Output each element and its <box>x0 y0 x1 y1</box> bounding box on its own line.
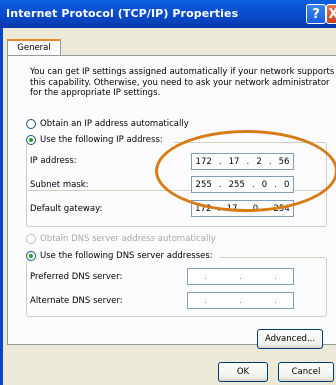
obtain-ip-auto-radio[interactable] <box>26 119 36 129</box>
use-dns-label[interactable]: Use the following DNS server addresses: <box>40 251 213 261</box>
ip-dot: . <box>239 295 242 306</box>
use-dns-radio[interactable] <box>26 251 36 261</box>
alternate-dns-field[interactable]: . . . <box>187 292 294 309</box>
ip-group-box-bottom <box>26 142 327 227</box>
advanced-button[interactable]: Advanced... <box>257 329 323 349</box>
window-title: Internet Protocol (TCP/IP) Properties <box>6 7 239 20</box>
obtain-dns-auto-radio[interactable] <box>26 234 36 244</box>
cancel-button[interactable]: Cancel <box>278 362 334 382</box>
preferred-dns-field[interactable]: . . . <box>187 268 294 285</box>
help-button[interactable]: ? <box>306 4 326 24</box>
tab-general[interactable]: General <box>7 39 61 56</box>
ip-dot: . <box>274 271 277 282</box>
title-bar[interactable]: Internet Protocol (TCP/IP) Properties ? … <box>0 0 336 28</box>
obtain-ip-auto-label[interactable]: Obtain an IP address automatically <box>40 119 189 129</box>
ok-button[interactable]: OK <box>218 362 268 382</box>
intro-text: You can get IP settings assigned automat… <box>30 67 335 98</box>
preferred-dns-label: Preferred DNS server: <box>30 272 123 282</box>
ip-dot: . <box>204 295 207 306</box>
alternate-dns-label: Alternate DNS server: <box>30 296 123 306</box>
ip-dot: . <box>204 271 207 282</box>
ip-dot: . <box>239 271 242 282</box>
ip-dot: . <box>274 295 277 306</box>
obtain-dns-auto-label: Obtain DNS server address automatically <box>40 234 216 244</box>
close-button[interactable]: X <box>326 4 336 24</box>
